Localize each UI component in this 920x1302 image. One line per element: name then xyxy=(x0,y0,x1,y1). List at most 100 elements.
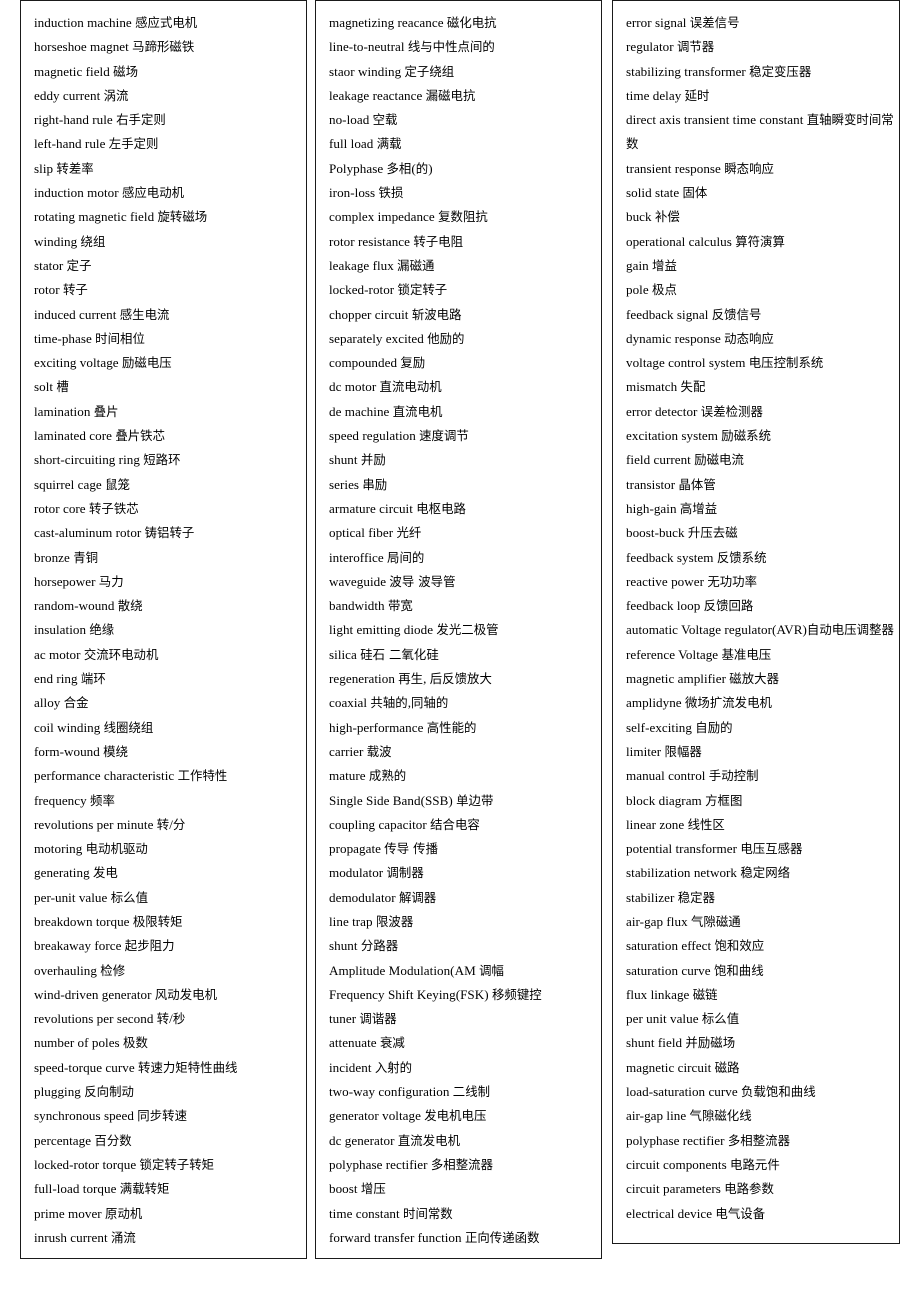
entry-english: time-phase xyxy=(34,330,96,346)
glossary-entry: shunt field 并励磁场 xyxy=(613,1031,899,1055)
entry-english: complex impedance xyxy=(329,209,439,225)
glossary-entry: excitation system 励磁系统 xyxy=(613,424,899,448)
entry-chinese: 电路参数 xyxy=(724,1181,774,1197)
glossary-entry: solt 槽 xyxy=(21,375,306,399)
entry-chinese: 负载饱和曲线 xyxy=(741,1084,816,1100)
entry-english: de machine xyxy=(329,403,393,419)
entry-english: series xyxy=(329,476,363,492)
entry-chinese: 电路元件 xyxy=(730,1156,780,1172)
entry-english: two-way configuration xyxy=(329,1084,453,1100)
entry-english: forward transfer function xyxy=(329,1229,465,1245)
entry-chinese: 复励 xyxy=(400,355,426,371)
entry-english: leakage reactance xyxy=(329,87,426,103)
entry-chinese: 磁化电抗 xyxy=(446,15,497,30)
glossary-entry: rotor 转子 xyxy=(21,278,306,302)
entry-english: revolutions per minute xyxy=(34,816,157,832)
glossary-entry: horseshoe magnet 马蹄形磁铁 xyxy=(21,35,306,59)
entry-chinese: 青铜 xyxy=(73,549,99,565)
entry-english: chopper circuit xyxy=(329,306,412,322)
entry-chinese: 动态响应 xyxy=(724,330,774,346)
glossary-entry: ac motor 交流环电动机 xyxy=(21,643,306,667)
entry-chinese: 入射的 xyxy=(374,1059,413,1075)
entry-english: staor winding xyxy=(329,63,405,79)
entry-chinese: 直流发电机 xyxy=(397,1132,461,1148)
entry-chinese: 转子 xyxy=(62,282,88,298)
glossary-entry: prime mover 原动机 xyxy=(21,1202,306,1226)
entry-english: attenuate xyxy=(329,1035,380,1051)
entry-english: insulation xyxy=(34,622,90,638)
glossary-entry: reactive power 无功功率 xyxy=(613,570,899,594)
glossary-entry: chopper circuit 斩波电路 xyxy=(316,303,601,327)
entry-english: cast-aluminum rotor xyxy=(34,525,145,541)
entry-english: optical fiber xyxy=(329,525,397,541)
glossary-entry: boost 增压 xyxy=(316,1177,601,1201)
entry-chinese: 空载 xyxy=(372,112,398,128)
glossary-entry: breakaway force 起步阻力 xyxy=(21,934,306,958)
entry-chinese: 调节器 xyxy=(676,39,715,55)
entry-english: magnetizing reacance xyxy=(329,15,447,30)
entry-english: laminated core xyxy=(34,428,116,444)
entry-chinese: 反馈系统 xyxy=(716,549,767,565)
entry-english: limiter xyxy=(626,743,665,759)
entry-english: time constant xyxy=(329,1205,404,1221)
glossary-entry: per unit value 标么值 xyxy=(613,1007,899,1031)
entry-english: induction motor xyxy=(34,185,122,201)
entry-english: stator xyxy=(34,257,67,273)
entry-chinese: 误差检测器 xyxy=(700,403,763,419)
glossary-entry: magnetic field 磁场 xyxy=(21,60,306,84)
entry-chinese: 基准电压 xyxy=(721,646,772,662)
entry-english: propagate xyxy=(329,841,385,857)
entry-chinese: 风动发电机 xyxy=(154,986,218,1002)
glossary-entry: transient response 瞬态响应 xyxy=(613,157,899,181)
entry-chinese: 分 xyxy=(172,816,186,832)
glossary-entry: performance characteristic 工作特性 xyxy=(21,764,306,788)
entry-chinese: 转 xyxy=(156,1011,170,1027)
glossary-entry: limiter 限幅器 xyxy=(613,740,899,764)
entry-chinese: 波导 波导管 xyxy=(389,573,456,589)
glossary-entry: light emitting diode 发光二极管 xyxy=(316,618,601,642)
entry-english: breakaway force xyxy=(34,938,125,954)
entry-english: linear zone xyxy=(626,816,688,832)
entry-english: interoffice xyxy=(329,549,388,565)
entry-english: stabilizer xyxy=(626,889,678,905)
entry-english: prime mover xyxy=(34,1205,106,1221)
entry-chinese: 斩波电路 xyxy=(411,306,462,322)
entry-english: ac motor xyxy=(34,646,84,662)
entry-chinese: 转速力矩特性曲线 xyxy=(138,1059,238,1075)
glossary-entry: locked-rotor torque 锁定转子转矩 xyxy=(21,1153,306,1177)
glossary-entry: rotor resistance 转子电阻 xyxy=(316,230,601,254)
entry-english: time delay xyxy=(626,87,685,103)
glossary-columns: induction machine 感应式电机 horseshoe magnet … xyxy=(0,0,920,1260)
glossary-entry: self-exciting 自励的 xyxy=(613,716,899,740)
entry-english: end ring xyxy=(34,671,81,687)
glossary-entry: high-performance 高性能的 xyxy=(316,716,601,740)
entry-english: polyphase rectifier xyxy=(626,1132,728,1148)
entry-english: squirrel cage xyxy=(34,476,106,492)
entry-chinese: 载波 xyxy=(366,743,392,759)
glossary-entry: complex impedance 复数阻抗 xyxy=(316,205,601,229)
entry-chinese: 绕组 xyxy=(80,233,106,249)
entry-english: rotating magnetic field xyxy=(34,209,158,225)
entry-english: , xyxy=(423,671,430,687)
glossary-entry: stabilizer 稳定器 xyxy=(613,886,899,910)
entry-chinese: 晶体管 xyxy=(678,476,716,492)
entry-chinese: 叠片 xyxy=(93,403,119,419)
entry-chinese: 散绕 xyxy=(117,598,143,614)
glossary-entry: stabilizing transformer 稳定变压器 xyxy=(613,60,899,84)
entry-chinese: 满载转矩 xyxy=(119,1181,170,1197)
glossary-entry: full-load torque 满载转矩 xyxy=(21,1177,306,1201)
glossary-entry: leakage reactance 漏磁电抗 xyxy=(316,84,601,108)
entry-english: light emitting diode xyxy=(329,622,437,638)
entry-english: modulator xyxy=(329,865,387,881)
glossary-entry: overhauling 检修 xyxy=(21,959,306,983)
entry-chinese: 增压 xyxy=(360,1181,386,1197)
entry-chinese: 线性区 xyxy=(687,816,725,832)
entry-chinese: 励磁电流 xyxy=(694,452,744,468)
entry-english: silica xyxy=(329,646,361,662)
glossary-entry: transistor 晶体管 xyxy=(613,473,899,497)
glossary-entry: field current 励磁电流 xyxy=(613,448,899,472)
glossary-entry: short-circuiting ring 短路环 xyxy=(21,448,306,472)
entry-chinese: 并励磁场 xyxy=(685,1035,736,1051)
entry-chinese: 时间常数 xyxy=(403,1205,453,1221)
entry-english: frequency xyxy=(34,792,91,808)
